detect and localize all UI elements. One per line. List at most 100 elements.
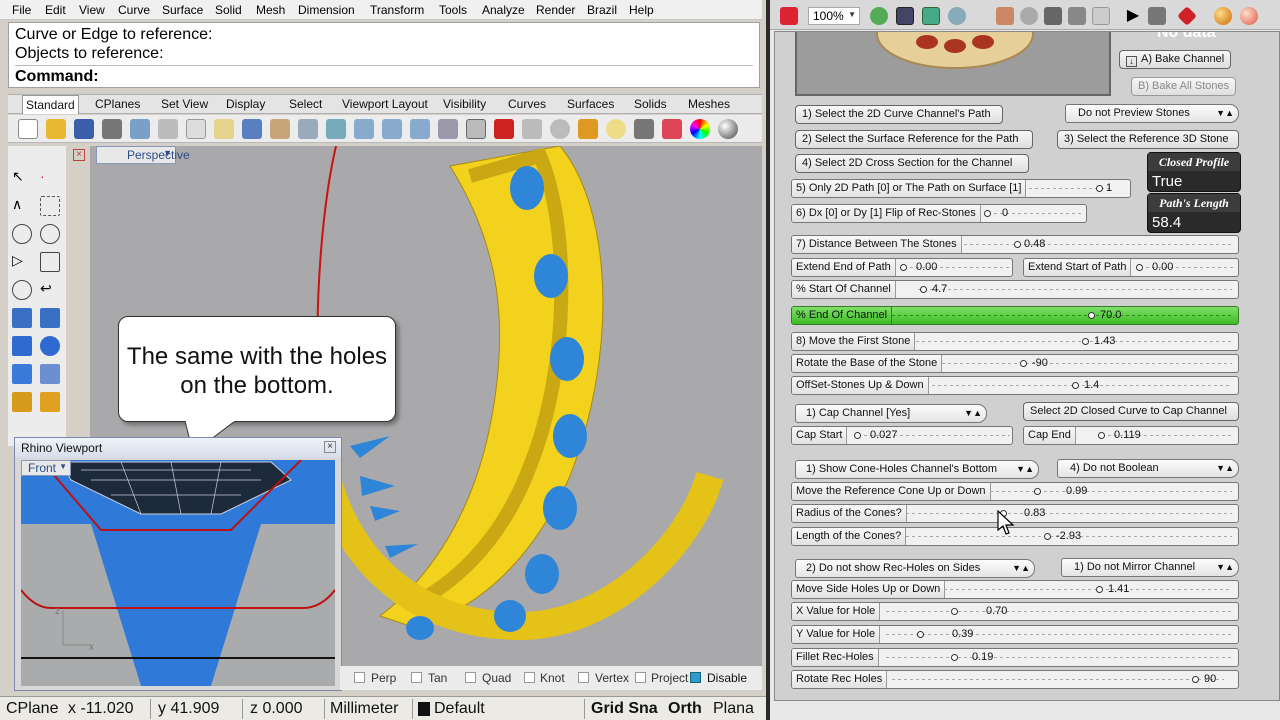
lock-view-icon[interactable] [522,119,542,139]
status-ortho[interactable]: Orth [668,700,702,718]
blank-preview-icon[interactable] [1092,7,1110,25]
box-icon[interactable] [12,336,32,356]
select-stone-button[interactable]: 3) Select the Reference 3D Stone [1057,130,1239,149]
slider-rotate-rec-holes[interactable]: Rotate Rec Holes 90 [791,670,1239,689]
slider-knob[interactable] [984,210,991,217]
osnap-quad-checkbox[interactable] [465,672,476,683]
slider-only-2d-path[interactable]: 5) Only 2D Path [0] or The Path on Surfa… [791,179,1131,198]
grid-icon[interactable] [466,119,486,139]
menu-brazil[interactable]: Brazil [587,3,617,17]
menu-edit[interactable]: Edit [45,3,66,17]
menu-mesh[interactable]: Mesh [256,3,285,17]
car-icon[interactable] [494,119,514,139]
menu-tools[interactable]: Tools [439,3,467,17]
osnap-perp-checkbox[interactable] [354,672,365,683]
preview-stones-dropdown[interactable]: Do not Preview Stones ▼▲ [1065,104,1239,123]
menu-view[interactable]: View [79,3,105,17]
osnap-project-checkbox[interactable] [635,672,646,683]
tab-viewport-layout[interactable]: Viewport Layout [339,97,431,111]
cylinder-icon[interactable] [12,364,32,384]
mirror-channel-dropdown[interactable]: 1) Do not Mirror Channel ▼▲ [1061,558,1239,577]
menu-help[interactable]: Help [629,3,654,17]
mesh-icon[interactable] [40,364,60,384]
select-curve-button[interactable]: 1) Select the 2D Curve Channel's Path [795,105,1003,124]
slider-knob[interactable] [1088,312,1095,319]
render-sphere-icon[interactable] [718,119,738,139]
gh-canvas[interactable]: No data ↓ A) Bake Channel B) Bake All Sto… [774,31,1280,701]
zoom-dropdown[interactable]: 100% ▼ [808,7,860,25]
command-area[interactable]: Curve or Edge to reference: Objects to r… [8,22,760,88]
gh-brush-icon[interactable] [780,7,798,25]
mini-viewport-title[interactable]: Rhino Viewport × [15,438,341,458]
slider-fillet-rec-holes[interactable]: Fillet Rec-Holes 0.19 [791,648,1239,667]
export-icon[interactable] [130,119,150,139]
sphere-icon[interactable] [40,336,60,356]
front-viewport[interactable]: z x [21,460,335,686]
slider-knob[interactable] [854,432,861,439]
bake-channel-button[interactable]: ↓ A) Bake Channel [1119,50,1232,69]
surface-icon[interactable] [12,308,32,328]
slider-knob[interactable] [1034,488,1042,495]
select-arrow-icon[interactable]: ↖ [12,168,32,188]
cut-icon[interactable] [158,119,178,139]
slider-knob[interactable] [1082,338,1089,345]
mesh-preview-icon[interactable] [1044,7,1062,25]
map-icon[interactable] [922,7,940,25]
transform-icon[interactable] [12,392,32,412]
new-icon[interactable] [18,119,38,139]
render-settings-icon[interactable] [1240,7,1258,25]
tab-meshes[interactable]: Meshes [685,97,733,111]
preview-settings-icon[interactable] [1214,7,1232,25]
slider-move-side-holes[interactable]: Move Side Holes Up or Down 1.41 [791,580,1239,599]
slider-extend-start-of-path[interactable]: Extend Start of Path 0.00 [1023,258,1239,277]
zoom-extents-icon[interactable] [896,7,914,25]
menu-dimension[interactable]: Dimension [298,3,355,17]
rectangle-icon[interactable] [40,252,60,272]
slider-flip-rec-stones[interactable]: 6) Dx [0] or Dy [1] Flip of Rec-Stones 0 [791,204,1087,223]
layer-icon[interactable] [662,119,682,139]
slider-knob[interactable] [900,264,907,271]
slider-move-reference-cone[interactable]: Move the Reference Cone Up or Down 0.99 [791,482,1239,501]
zoom-extents-icon[interactable] [382,119,402,139]
analyze-icon[interactable] [40,392,60,412]
osnap-vertex-checkbox[interactable] [578,672,589,683]
copy-icon[interactable] [186,119,206,139]
zoom-window-icon[interactable] [354,119,374,139]
slider-knob[interactable] [1192,676,1199,683]
slider-move-first-stone[interactable]: 8) Move the First Stone 1.43 [791,332,1239,351]
cap-channel-dropdown[interactable]: 1) Cap Channel [Yes] ▼▲ [795,404,987,423]
menu-transform[interactable]: Transform [370,3,424,17]
tab-select[interactable]: Select [286,97,325,111]
bake-all-stones-button[interactable]: B) Bake All Stones [1131,77,1237,96]
print-icon[interactable] [102,119,122,139]
point-icon[interactable]: · [40,168,60,188]
eye-icon[interactable] [948,7,966,25]
pan-hand-icon[interactable] [270,119,290,139]
slider-knob[interactable] [1072,382,1079,389]
command-prompt[interactable]: Command: [15,65,753,86]
menu-render[interactable]: Render [536,3,575,17]
properties-icon[interactable] [578,119,598,139]
undo-view-icon[interactable] [438,119,458,139]
zoom-selected-icon[interactable] [410,119,430,139]
osnap-tan-checkbox[interactable] [411,672,422,683]
tab-visibility[interactable]: Visibility [440,97,489,111]
sphere-preview-icon[interactable] [1020,7,1038,25]
menu-solid[interactable]: Solid [215,3,242,17]
slider-distance-between-stones[interactable]: 7) Distance Between The Stones 0.48 [791,235,1239,254]
lock-solver-icon[interactable] [1148,7,1166,25]
tab-set-view[interactable]: Set View [158,97,211,111]
tab-display[interactable]: Display [223,97,268,111]
close-icon[interactable]: × [324,441,336,453]
menu-analyze[interactable]: Analyze [482,3,525,17]
slider-knob[interactable] [1095,185,1103,192]
select-closed-curve-button[interactable]: Select 2D Closed Curve to Cap Channel [1023,402,1239,421]
slider-cap-end[interactable]: Cap End 0.119 [1023,426,1239,445]
boolean-dropdown[interactable]: 4) Do not Boolean ▼▲ [1057,459,1239,478]
slider-extend-end-of-path[interactable]: Extend End of Path 0.00 [791,258,1013,277]
select-surface-button[interactable]: 2) Select the Surface Reference for the … [795,130,1033,149]
status-units[interactable]: Millimeter [330,700,398,718]
slider-start-of-channel[interactable]: % Start Of Channel 4.7 [791,280,1239,299]
zoom-icon[interactable] [870,7,888,25]
slider-knob[interactable] [1136,264,1143,271]
